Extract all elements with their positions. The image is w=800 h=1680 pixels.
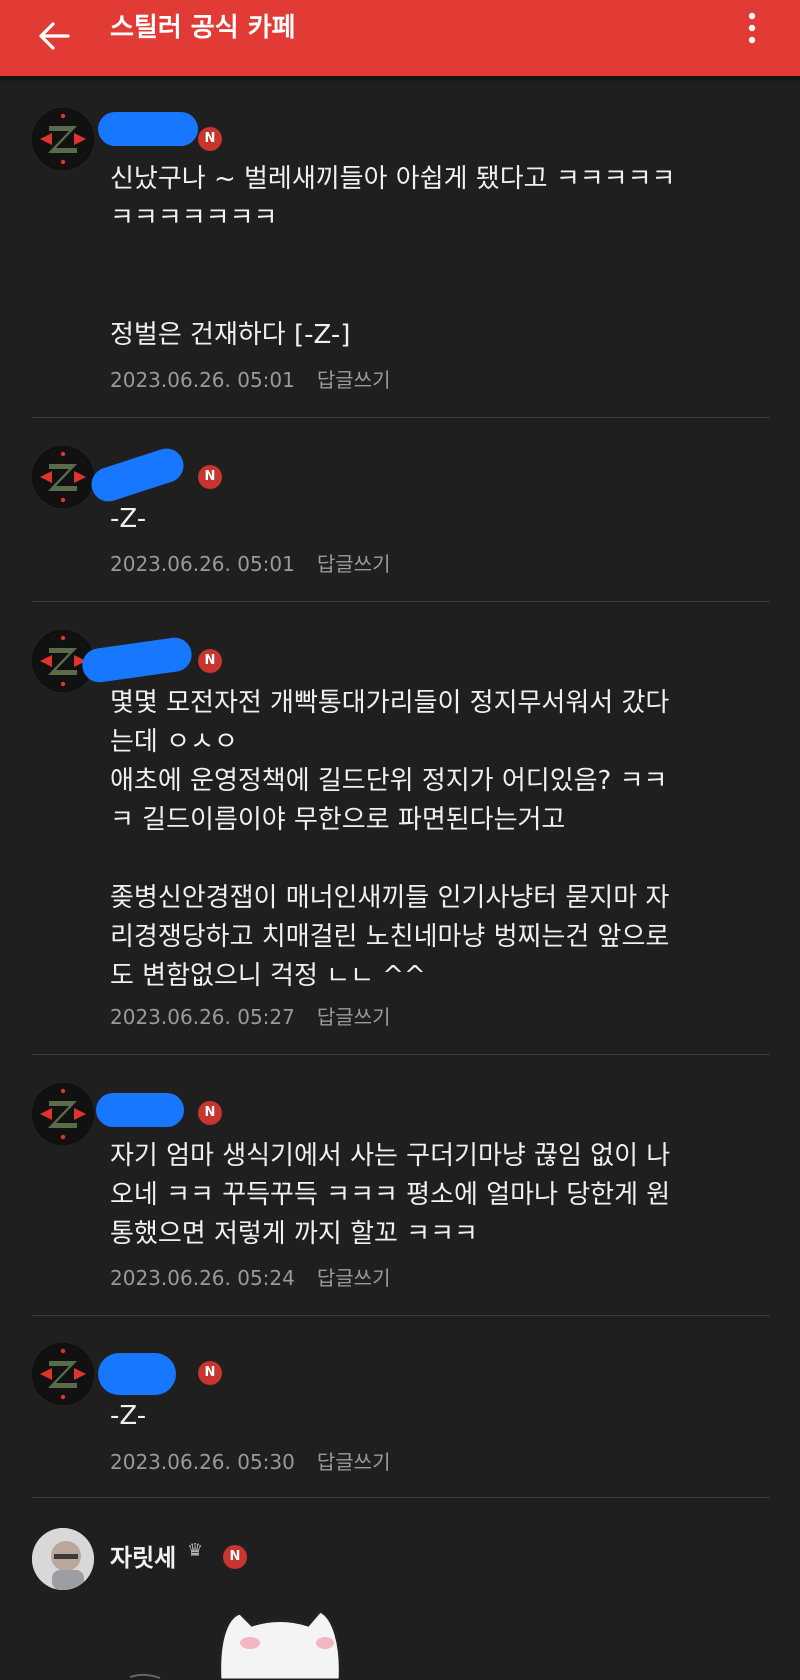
comment-date: 2023.06.26. 05:30 [110, 1450, 295, 1474]
reply-button[interactable]: 답글쓰기 [317, 1005, 391, 1029]
divider [32, 417, 770, 418]
z-logo-icon [33, 1084, 93, 1144]
avatar[interactable] [32, 446, 94, 508]
avatar[interactable] [32, 1343, 94, 1405]
redacted-username [96, 1093, 184, 1127]
arrow-left-icon [39, 22, 70, 50]
reply-button[interactable]: 답글쓰기 [317, 368, 391, 392]
comment-meta: 2023.06.26. 05:01 답글쓰기 [110, 548, 390, 577]
comment-date: 2023.06.26. 05:27 [110, 1005, 295, 1029]
z-logo-icon [33, 109, 93, 169]
redacted-username [98, 1353, 176, 1395]
z-logo-icon [33, 1344, 93, 1404]
more-menu-button[interactable] [732, 6, 772, 50]
redacted-username [80, 635, 194, 685]
username[interactable]: 자릿세 [110, 1538, 176, 1573]
comment-date: 2023.06.26. 05:01 [110, 368, 295, 392]
new-badge: N [198, 1101, 222, 1125]
new-badge: N [198, 649, 222, 673]
z-logo-icon [33, 447, 93, 507]
page-title: 스틸러 공식 카페 [110, 13, 296, 43]
back-button[interactable] [24, 6, 84, 66]
comment-meta: 2023.06.26. 05:27 답글쓰기 [110, 1001, 390, 1030]
comment-meta: 2023.06.26. 05:01 답글쓰기 [110, 364, 390, 393]
avatar[interactable] [32, 1083, 94, 1145]
comment-text: 몇몇 모전자전 개빡통대가리들이 정지무서워서 갔다 는데 ㅇㅅㅇ 애초에 운영… [110, 688, 670, 991]
app-header: 스틸러 공식 카페 [0, 0, 800, 76]
redacted-username [87, 444, 188, 506]
reply-button[interactable]: 답글쓰기 [317, 1450, 391, 1474]
divider [32, 1054, 770, 1055]
comment-text: -Z- [110, 504, 147, 534]
new-badge: N [198, 127, 222, 151]
crown-icon: ♛ [187, 1540, 204, 1561]
comment-text: -Z- [110, 1401, 147, 1431]
new-badge: N [223, 1545, 247, 1569]
comment-meta: 2023.06.26. 05:24 답글쓰기 [110, 1262, 390, 1291]
new-badge: N [198, 465, 222, 489]
new-badge: N [198, 1361, 222, 1385]
cat-sticker-icon [129, 1609, 342, 1680]
reply-button[interactable]: 답글쓰기 [317, 552, 391, 576]
divider [32, 1315, 770, 1316]
header-shadow [0, 76, 800, 80]
comment-date: 2023.06.26. 05:24 [110, 1266, 295, 1290]
avatar[interactable] [32, 108, 94, 170]
comment-meta: 2023.06.26. 05:30 답글쓰기 [110, 1446, 390, 1475]
redacted-username [98, 112, 198, 146]
comment-date: 2023.06.26. 05:01 [110, 552, 295, 576]
reply-button[interactable]: 답글쓰기 [317, 1266, 391, 1290]
more-vertical-icon [748, 12, 756, 44]
divider [32, 1497, 770, 1498]
user-photo-icon [32, 1528, 94, 1590]
comment-text: 신났구나 ~ 벌레새끼들아 아쉽게 됐다고 ㅋㅋㅋㅋㅋ ㅋㅋㅋㅋㅋㅋㅋ 정벌은 … [110, 164, 676, 350]
avatar[interactable] [32, 1528, 94, 1590]
comment-text: 자기 엄마 생식기에서 사는 구더기마냥 끊임 없이 나 오네 ㅋㅋ 꾸득꾸득 … [110, 1141, 671, 1249]
divider [32, 601, 770, 602]
